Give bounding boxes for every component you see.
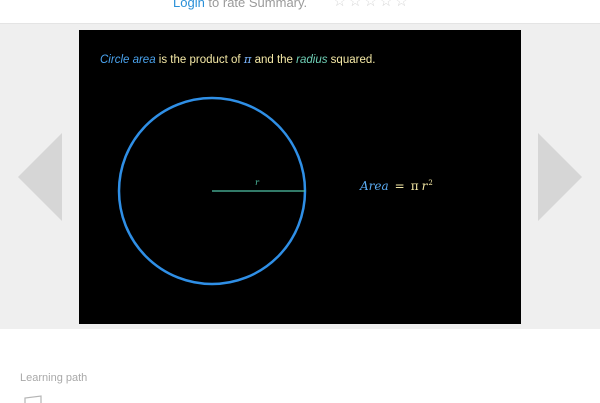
formula-equals: = xyxy=(394,179,405,193)
slide-canvas: Circle area is the product of π and the … xyxy=(79,30,521,324)
formula-pi: π xyxy=(410,179,419,193)
radius-label: r xyxy=(255,178,260,187)
formula-exponent: 2 xyxy=(428,179,433,187)
formula-r: r xyxy=(421,179,428,193)
rate-prompt: Login to rate Summary. xyxy=(173,0,307,11)
star-rating[interactable]: ☆☆☆☆☆ xyxy=(333,0,410,10)
next-slide-arrow-icon[interactable] xyxy=(538,133,582,221)
circle-diagram: r xyxy=(117,96,307,286)
learning-path-icon[interactable] xyxy=(24,395,46,403)
learning-path-label: Learning path xyxy=(20,372,88,384)
area-formula: Area = π r2 xyxy=(360,179,433,193)
login-link[interactable]: Login xyxy=(173,0,205,10)
formula-area: Area xyxy=(360,179,389,193)
rate-prompt-text: to rate Summary. xyxy=(204,0,308,10)
slideshow-stage: Circle area is the product of π and the … xyxy=(0,24,600,329)
top-bar: Login to rate Summary. ☆☆☆☆☆ xyxy=(0,0,600,24)
previous-slide-arrow-icon[interactable] xyxy=(18,133,62,221)
